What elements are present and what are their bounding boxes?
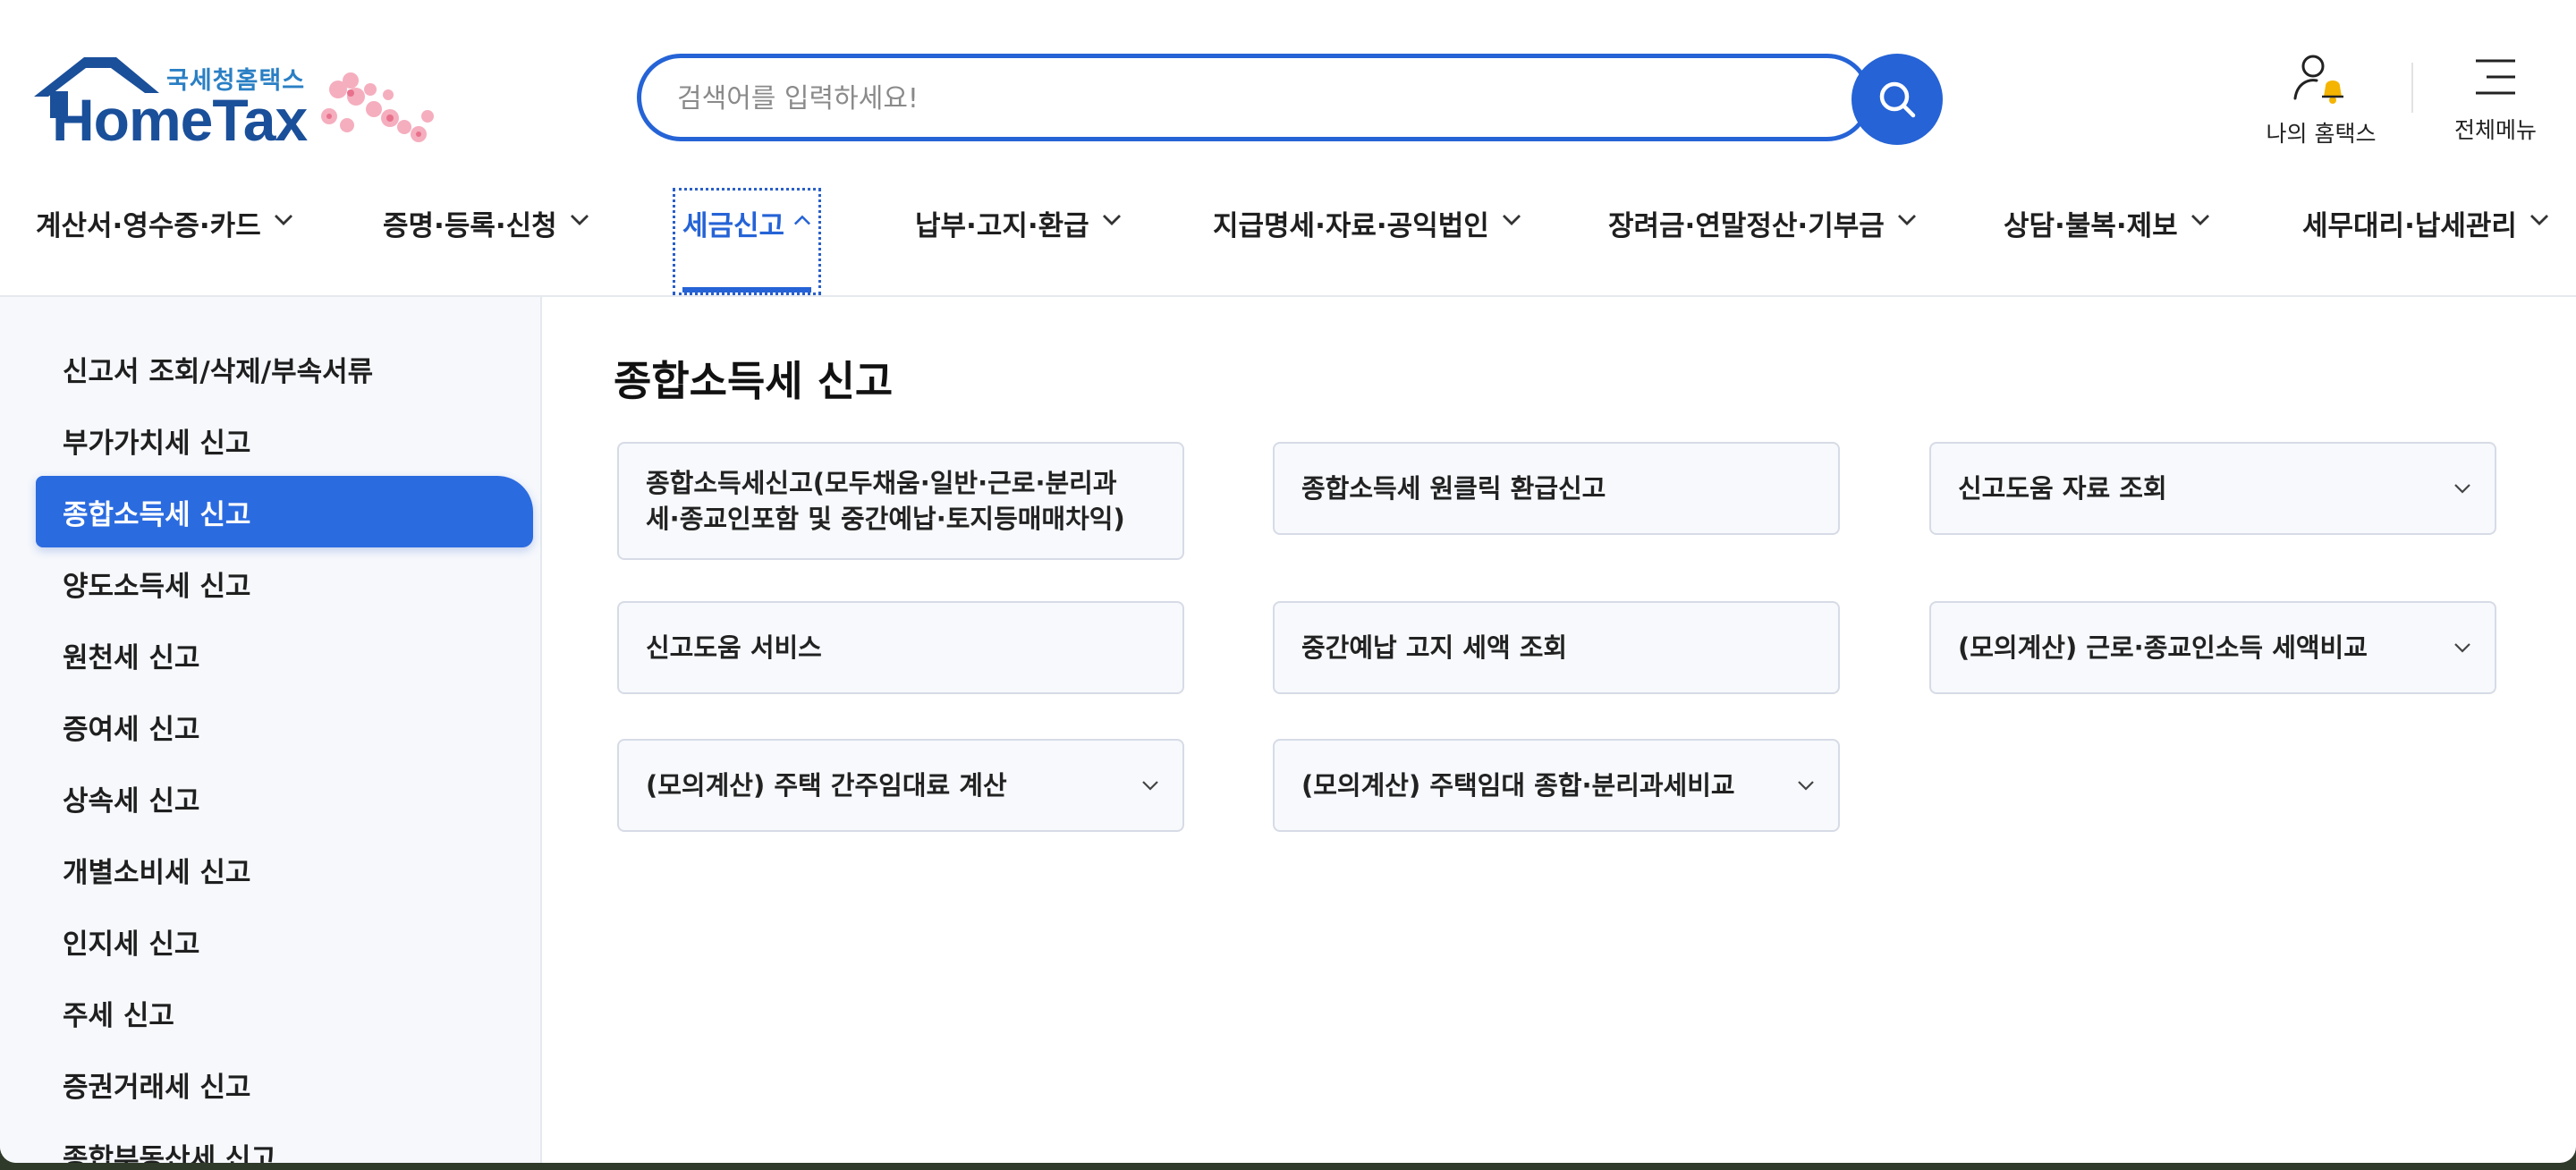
chevron-down-icon [274, 215, 292, 225]
chevron-down-icon [1502, 215, 1521, 225]
all-menu-label: 전체메뉴 [2453, 117, 2537, 143]
sidebar-item-stamp[interactable]: 인지세 신고 [36, 905, 533, 977]
gnb-item-label: 계산서·영수증·카드 [36, 210, 261, 242]
hometax-logo[interactable]: 국세청홈택스 HomeTax [34, 54, 454, 161]
sidebar-item-label: 부가가치세 신고 [63, 427, 251, 460]
sidebar-item-label: 원천세 신고 [63, 641, 200, 674]
sidebar-item-label: 개별소비세 신고 [63, 856, 251, 889]
card-help-data-inquiry[interactable]: 신고도움 자료 조회 [1929, 442, 2496, 535]
sidebar-item-label: 증권거래세 신고 [63, 1071, 251, 1104]
card-help-service[interactable]: 신고도움 서비스 [617, 601, 1184, 694]
chevron-down-icon [1142, 781, 1158, 791]
sidebar-item-liquor[interactable]: 주세 신고 [36, 977, 533, 1048]
divider [2411, 63, 2413, 113]
chevron-down-icon [570, 215, 589, 225]
chevron-down-icon [2190, 215, 2209, 225]
card-one-click-refund[interactable]: 종합소득세 원클릭 환급신고 [1273, 442, 1840, 535]
sidebar-item-vat[interactable]: 부가가치세 신고 [36, 404, 533, 476]
chevron-down-icon [1102, 215, 1121, 225]
chevron-down-icon [2454, 484, 2470, 494]
page-title: 종합소득세 신고 [614, 357, 894, 405]
hamburger-menu-icon [2476, 59, 2515, 95]
sidebar-item-label: 증여세 신고 [63, 713, 200, 746]
gnb-item-label: 세무대리·납세관리 [2302, 210, 2517, 242]
sidebar-item-label: 주세 신고 [63, 999, 174, 1032]
sidebar-item-capital-gains[interactable]: 양도소득세 신고 [36, 547, 533, 619]
sidebar-item-consumption[interactable]: 개별소비세 신고 [36, 834, 533, 905]
card-label: 종합소득세 원클릭 환급신고 [1301, 473, 1606, 504]
gnb-item-tax-agent[interactable]: 세무대리·납세관리 [2302, 188, 2549, 295]
sidebar-item-gift-tax[interactable]: 증여세 신고 [36, 691, 533, 762]
search-icon [1879, 81, 1916, 118]
sidebar-item-securities[interactable]: 증권거래세 신고 [36, 1048, 533, 1120]
card-label: 신고도움 자료 조회 [1958, 473, 2167, 504]
header: 국세청홈택스 HomeTax 검색어를 입력하세요! 나의 홈택스 전체메뉴 [0, 0, 2576, 170]
sidebar-item-withholding[interactable]: 원천세 신고 [36, 619, 533, 691]
card-label: (모의계산) 주택임대 종합·분리과세비교 [1301, 770, 1735, 801]
chevron-down-icon [2529, 215, 2548, 225]
gnb-item-certificate[interactable]: 증명·등록·신청 [383, 188, 589, 295]
chevron-down-icon [1897, 215, 1916, 225]
chevron-down-icon [2454, 643, 2470, 653]
gnb-item-consulting[interactable]: 상담·불복·제보 [2004, 188, 2210, 295]
card-label: (모의계산) 근로·종교인소득 세액비교 [1958, 632, 2368, 663]
gnb-item-label: 증명·등록·신청 [383, 210, 557, 242]
card-income-tax-return[interactable]: 종합소득세신고(모두채움·일반·근로·분리과세·종교인포함 및 중간예납·토지등… [617, 442, 1184, 560]
logo-english-text: HomeTax [52, 87, 308, 153]
my-hometax-label: 나의 홈택스 [2266, 121, 2377, 147]
sidebar-item-label: 상속세 신고 [63, 784, 200, 818]
main-navigation: 계산서·영수증·카드 증명·등록·신청 세금신고 납부·고지·환급 지급명세·자… [0, 188, 2576, 295]
card-interim-payment-inquiry[interactable]: 중간예납 고지 세액 조회 [1273, 601, 1840, 694]
gnb-item-label: 지급명세·자료·공익법인 [1213, 210, 1489, 242]
card-simulation-deemed-rent[interactable]: (모의계산) 주택 간주임대료 계산 [617, 739, 1184, 832]
chevron-down-icon [1798, 781, 1814, 791]
card-label: 종합소득세신고(모두채움·일반·근로·분리과세·종교인포함 및 중간예납·토지등… [646, 468, 1125, 534]
sidebar-item-inheritance[interactable]: 상속세 신고 [36, 762, 533, 834]
all-menu-button[interactable]: 전체메뉴 [2446, 52, 2545, 145]
card-simulation-housing-rental[interactable]: (모의계산) 주택임대 종합·분리과세비교 [1273, 739, 1840, 832]
gnb-item-tax-return[interactable]: 세금신고 [673, 188, 821, 295]
sidebar-item-label: 인지세 신고 [63, 928, 200, 961]
sidebar: 신고서 조회/삭제/부속서류 부가가치세 신고 종합소득세 신고 양도소득세 신… [0, 297, 542, 1163]
card-label: 중간예납 고지 세액 조회 [1301, 632, 1568, 663]
sidebar-item-label: 종합부동산세 신고 [63, 1142, 276, 1164]
gnb-item-label: 상담·불복·제보 [2004, 210, 2178, 242]
sidebar-item-return-inquiry[interactable]: 신고서 조회/삭제/부속서류 [36, 333, 533, 404]
gnb-item-label: 세금신고 [682, 210, 785, 242]
gnb-item-label: 장려금·연말정산·기부금 [1608, 210, 1885, 242]
user-bell-icon [2293, 55, 2343, 104]
gnb-item-invoice[interactable]: 계산서·영수증·카드 [36, 188, 293, 295]
sidebar-item-real-estate[interactable]: 종합부동산세 신고 [36, 1120, 533, 1164]
cherry-blossom-icon [321, 72, 434, 142]
gnb-item-payment[interactable]: 납부·고지·환급 [915, 188, 1122, 295]
sidebar-item-label: 신고서 조회/삭제/부속서류 [63, 355, 374, 388]
page: 국세청홈택스 HomeTax 검색어를 입력하세요! 나의 홈택스 전체메뉴 계… [0, 0, 2576, 1163]
sidebar-item-income-tax[interactable]: 종합소득세 신고 [36, 476, 533, 547]
gnb-item-payment-statement[interactable]: 지급명세·자료·공익법인 [1213, 188, 1521, 295]
search-input[interactable] [677, 78, 1750, 119]
sidebar-item-label: 양도소득세 신고 [63, 570, 251, 603]
sidebar-item-label: 종합소득세 신고 [63, 498, 251, 531]
gnb-item-label: 납부·고지·환급 [915, 210, 1089, 242]
chevron-up-icon [794, 215, 811, 225]
search-box [637, 54, 1871, 141]
gnb-item-incentive[interactable]: 장려금·연말정산·기부금 [1608, 188, 1917, 295]
my-hometax-button[interactable]: 나의 홈택스 [2258, 52, 2384, 148]
card-simulation-labor-religious[interactable]: (모의계산) 근로·종교인소득 세액비교 [1929, 601, 2496, 694]
card-label: (모의계산) 주택 간주임대료 계산 [646, 770, 1007, 801]
card-label: 신고도움 서비스 [646, 632, 822, 663]
search-button[interactable] [1852, 54, 1943, 145]
